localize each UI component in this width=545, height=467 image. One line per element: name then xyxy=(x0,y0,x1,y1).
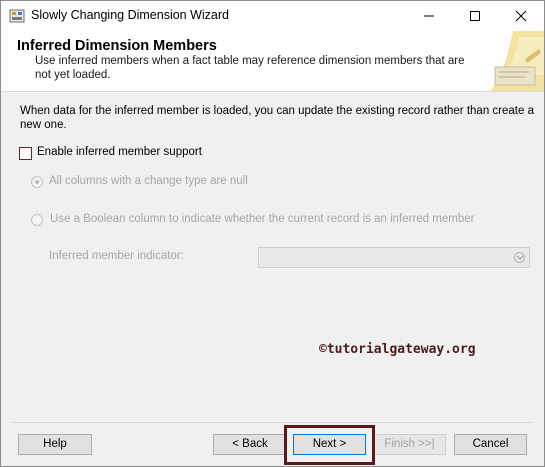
description-text: When data for the inferred member is loa… xyxy=(20,105,534,131)
radio-boolean-column-label[interactable]: Use a Boolean column to indicate whether… xyxy=(50,213,474,225)
window-title: Slowly Changing Dimension Wizard xyxy=(31,8,229,22)
title-bar: Slowly Changing Dimension Wizard xyxy=(1,1,544,31)
enable-inferred-label[interactable]: Enable inferred member support xyxy=(37,146,202,158)
wizard-window: Slowly Changing Dimension Wizard Inferre… xyxy=(0,0,545,467)
maximize-button[interactable] xyxy=(452,1,498,31)
cancel-button[interactable]: Cancel xyxy=(454,434,527,455)
inferred-indicator-label: Inferred member indicator: xyxy=(49,250,184,262)
radio-all-columns-null-label[interactable]: All columns with a change type are null xyxy=(49,175,248,187)
radio-all-columns-null[interactable] xyxy=(31,176,43,188)
inferred-indicator-select[interactable] xyxy=(258,247,530,268)
page-subtitle: Use inferred members when a fact table m… xyxy=(35,55,465,81)
enable-inferred-checkbox[interactable] xyxy=(19,147,32,160)
back-button[interactable]: < Back xyxy=(213,434,287,455)
ssis-app-icon xyxy=(9,9,25,23)
page-title: Inferred Dimension Members xyxy=(17,38,217,54)
radio-selected-dot xyxy=(35,180,39,184)
watermark-text: ©tutorialgateway.org xyxy=(319,342,476,357)
finish-button[interactable]: Finish >>| xyxy=(373,434,446,455)
radio-boolean-column[interactable] xyxy=(31,214,43,226)
help-button[interactable]: Help xyxy=(18,434,92,455)
chevron-down-icon[interactable] xyxy=(514,252,525,263)
close-button[interactable] xyxy=(498,1,544,31)
footer-divider xyxy=(11,422,534,423)
wizard-header: Inferred Dimension Members Use inferred … xyxy=(1,31,544,92)
next-button-highlight xyxy=(284,425,375,465)
minimize-button[interactable] xyxy=(406,1,452,31)
wizard-banner-icon xyxy=(483,31,544,91)
